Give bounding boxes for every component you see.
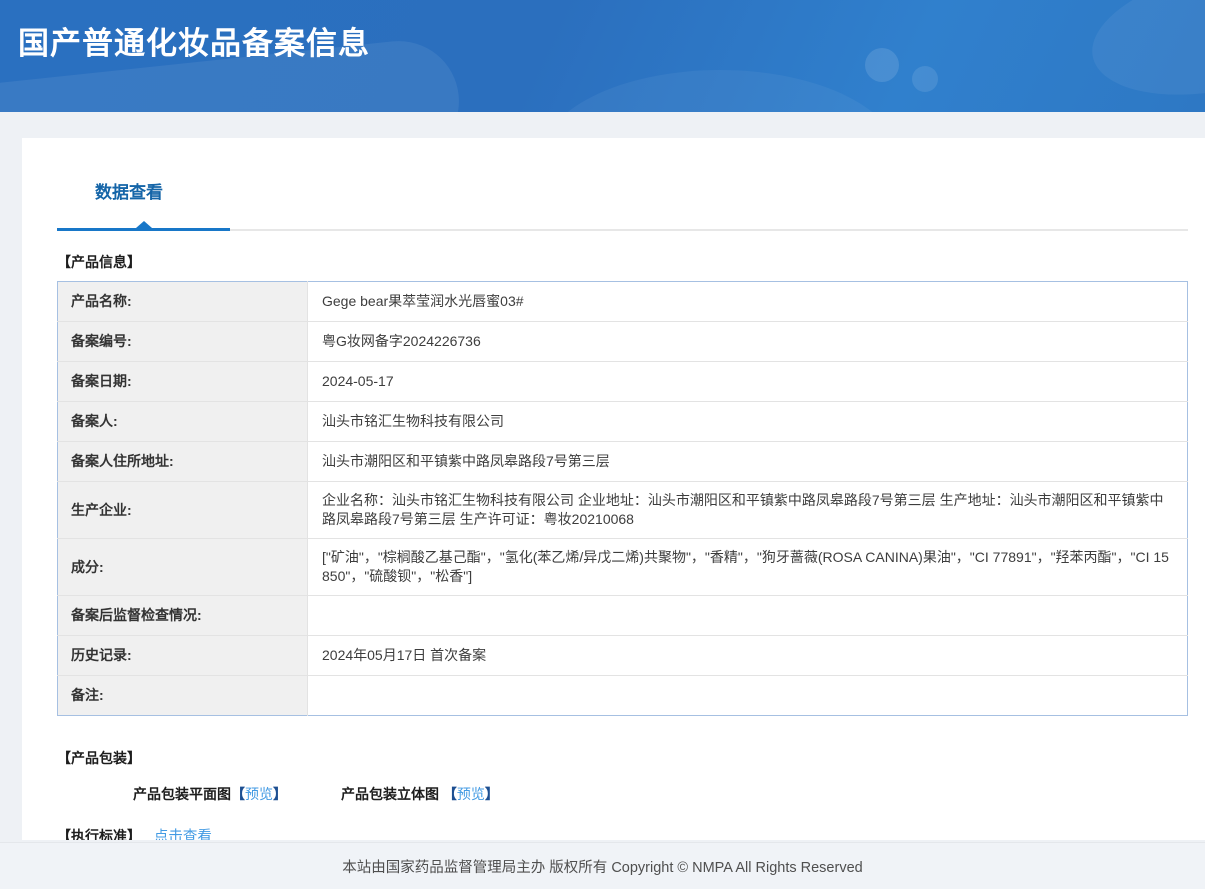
row-value: Gege bear果萃莹润水光唇蜜03# xyxy=(307,281,1188,322)
packaging-3d-preview-link[interactable]: 预览 xyxy=(457,786,485,802)
table-row: 历史记录: 2024年05月17日 首次备案 xyxy=(57,635,1188,676)
bracket-close: 】 xyxy=(484,786,499,802)
table-row: 备注: xyxy=(57,675,1188,716)
row-label: 产品名称: xyxy=(57,281,308,322)
tab-bar: 数据查看 xyxy=(57,162,1188,231)
execution-standard-title: 【执行标准】 xyxy=(57,828,141,840)
table-row: 备案人住所地址: 汕头市潮阳区和平镇紫中路凤皋路段7号第三层 xyxy=(57,441,1188,482)
packaging-3d-image-item: 产品包装立体图 【预览】 xyxy=(341,784,499,804)
row-label: 备案编号: xyxy=(57,321,308,362)
row-value: 2024-05-17 xyxy=(307,361,1188,402)
active-tab-triangle-icon xyxy=(135,221,152,228)
packaging-flat-image-label: 产品包装平面图 xyxy=(133,786,231,802)
active-tab-underline xyxy=(57,221,230,231)
packaging-3d-image-label: 产品包装立体图 xyxy=(341,786,443,802)
packaging-row: 产品包装平面图【预览】 产品包装立体图 【预览】 xyxy=(133,784,1188,804)
page: 国产普通化妆品备案信息 数据查看 【产品信息】 产品名称: Gege bear果… xyxy=(0,0,1205,889)
row-label: 备注: xyxy=(57,675,308,716)
banner-decoration-circle-small xyxy=(912,66,938,92)
row-value: 汕头市潮阳区和平镇紫中路凤皋路段7号第三层 xyxy=(307,441,1188,482)
table-row: 备案人: 汕头市铭汇生物科技有限公司 xyxy=(57,401,1188,442)
row-value xyxy=(308,676,1188,716)
packaging-flat-image-item: 产品包装平面图【预览】 xyxy=(133,784,287,804)
row-value: 粤G妆网备字2024226736 xyxy=(307,321,1188,362)
content-card: 数据查看 【产品信息】 产品名称: Gege bear果萃莹润水光唇蜜03# 备… xyxy=(22,138,1205,840)
tab-data-view[interactable]: 数据查看 xyxy=(95,162,163,203)
product-info-table: 产品名称: Gege bear果萃莹润水光唇蜜03# 备案编号: 粤G妆网备字2… xyxy=(57,281,1188,716)
row-label: 备案后监督检查情况: xyxy=(57,595,308,636)
banner-decoration-polygon xyxy=(540,70,900,112)
row-label: 备案人: xyxy=(57,401,308,442)
row-label: 成分: xyxy=(57,538,308,596)
section-product-info-title: 【产品信息】 xyxy=(57,254,141,270)
footer-copyright-text: 本站由国家药品监督管理局主办 版权所有 Copyright © NMPA All… xyxy=(342,859,863,876)
execution-standard-view-link[interactable]: 点击查看 xyxy=(154,829,212,840)
section-packaging-title: 【产品包装】 xyxy=(57,750,141,766)
table-row: 备案编号: 粤G妆网备字2024226736 xyxy=(57,321,1188,362)
row-value: 2024年05月17日 首次备案 xyxy=(307,635,1188,676)
bracket-open: 【 xyxy=(442,786,457,802)
row-value: 企业名称：汕头市铭汇生物科技有限公司 企业地址：汕头市潮阳区和平镇紫中路凤皋路段… xyxy=(307,481,1188,539)
packaging-flat-preview-link[interactable]: 预览 xyxy=(245,786,273,802)
row-value: 汕头市铭汇生物科技有限公司 xyxy=(307,401,1188,442)
page-footer: 本站由国家药品监督管理局主办 版权所有 Copyright © NMPA All… xyxy=(0,842,1205,889)
page-title: 国产普通化妆品备案信息 xyxy=(18,26,370,61)
row-label: 历史记录: xyxy=(57,635,308,676)
table-row: 备案后监督检查情况: xyxy=(57,595,1188,636)
row-label: 备案日期: xyxy=(57,361,308,402)
table-row: 产品名称: Gege bear果萃莹润水光唇蜜03# xyxy=(57,281,1188,322)
row-value xyxy=(307,595,1188,636)
page-header-banner: 国产普通化妆品备案信息 xyxy=(0,0,1205,112)
table-row: 备案日期: 2024-05-17 xyxy=(57,361,1188,402)
table-row: 成分: ["矿油"，"棕榈酸乙基己酯"，"氢化(苯乙烯/异戊二烯)共聚物"，"香… xyxy=(57,538,1188,596)
table-row: 生产企业: 企业名称：汕头市铭汇生物科技有限公司 企业地址：汕头市潮阳区和平镇紫… xyxy=(57,481,1188,539)
row-label: 生产企业: xyxy=(57,481,308,539)
bracket-open: 【 xyxy=(231,786,245,802)
row-label: 备案人住所地址: xyxy=(57,441,308,482)
row-value: ["矿油"，"棕榈酸乙基己酯"，"氢化(苯乙烯/异戊二烯)共聚物"，"香精"，"… xyxy=(307,538,1188,596)
bracket-close: 】 xyxy=(273,786,287,802)
execution-standard-row: 【执行标准】 点击查看 xyxy=(57,825,1188,840)
banner-decoration-circle xyxy=(865,48,899,82)
tab-data-view-label: 数据查看 xyxy=(95,183,163,202)
banner-decoration-blob xyxy=(1080,0,1205,112)
